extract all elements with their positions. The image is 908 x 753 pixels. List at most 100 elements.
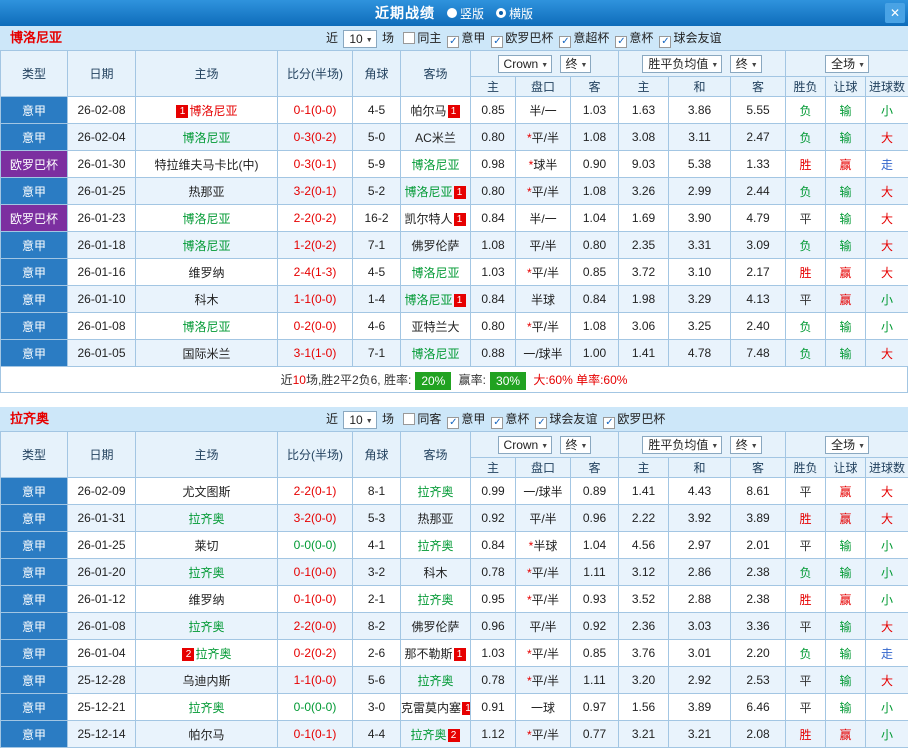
score-cell: 0-2(0-2) xyxy=(277,639,353,667)
match-row: 意甲 26-01-10 科木 1-1(0-0) 1-4 博洛尼亚 1 0.84 半球 0.84 1.… xyxy=(0,285,908,313)
checkbox-icon[interactable]: ✓ xyxy=(603,417,616,429)
checkbox-icon[interactable]: ✓ xyxy=(491,36,504,48)
filter-checkbox[interactable]: ✓ 球会友谊 xyxy=(653,31,721,48)
checkbox-icon[interactable]: ✓ xyxy=(447,417,460,429)
team-name: 博洛尼亚 xyxy=(10,30,63,45)
team-label: 凯尔特人 xyxy=(404,211,453,226)
filter-checkbox[interactable]: ✓ 欧罗巴杯 xyxy=(485,31,553,48)
date-cell: 26-02-09 xyxy=(67,477,136,505)
match-row: 意甲 25-12-14 帕尔马 0-1(0-1) 4-4 拉齐奥 2 1.12 *平/半 0.77… xyxy=(0,720,908,748)
subcol-away-odds: 客 xyxy=(569,457,620,478)
away-team-cell: 拉齐奥 xyxy=(400,585,471,613)
result-goals-cell: 小 xyxy=(865,285,908,313)
chevron-down-icon: ▼ xyxy=(365,417,373,425)
match-count-value: 10 xyxy=(349,31,363,46)
match-row: 意甲 26-01-16 维罗纳 2-4(1-3) 4-5 博洛尼亚 1.03 *平/半 0.85… xyxy=(0,258,908,286)
odds-company-select[interactable]: Crown ▼ xyxy=(497,435,553,454)
checkbox-icon[interactable]: ✓ xyxy=(491,417,504,429)
date-cell: 26-01-31 xyxy=(67,504,136,532)
filter-checkbox[interactable]: ✓ 意杯 xyxy=(609,31,653,48)
filter-checkbox[interactable]: ✓ 意甲 xyxy=(441,31,485,48)
lose-odds-cell: 3.09 xyxy=(730,231,787,259)
wdl-avg-select[interactable]: 胜平负均值 ▼ xyxy=(642,54,723,73)
chevron-down-icon: ▼ xyxy=(541,442,549,450)
result-goals-cell: 小 xyxy=(865,558,908,586)
filter-checkbox[interactable]: ✓ 意甲 xyxy=(441,412,485,429)
page-title: 近期战绩 xyxy=(374,5,435,21)
wdl-final-select[interactable]: 终 ▼ xyxy=(729,435,762,454)
close-icon[interactable]: ✕ xyxy=(885,3,905,23)
scope-select[interactable]: 全场 ▼ xyxy=(825,54,870,73)
summary-text: 赢率: xyxy=(455,373,487,387)
score-cell: 1-1(0-0) xyxy=(277,666,353,694)
checkbox-icon[interactable]: ✓ xyxy=(535,417,548,429)
filter-checkbox[interactable]: ✓ 意杯 xyxy=(485,412,529,429)
away-handicap-odds-cell: 1.11 xyxy=(569,558,620,586)
wdl-avg-select[interactable]: 胜平负均值 ▼ xyxy=(642,435,723,454)
checkbox-icon[interactable] xyxy=(403,413,416,425)
away-team-cell: 那不勒斯 1 xyxy=(400,639,471,667)
away-handicap-odds-cell: 1.04 xyxy=(569,531,620,559)
checkbox-icon[interactable]: ✓ xyxy=(559,36,572,48)
handicap-star: * xyxy=(526,265,532,280)
match-count-select[interactable]: 10 ▼ xyxy=(343,29,377,48)
filter-checkbox[interactable]: ✓ 球会友谊 xyxy=(529,412,597,429)
team-label: 热那亚 xyxy=(188,184,225,199)
home-handicap-odds-cell: 0.80 xyxy=(470,312,516,340)
radio-horizontal-icon[interactable] xyxy=(496,8,506,18)
away-handicap-odds-cell: 1.08 xyxy=(569,177,620,205)
date-cell: 26-01-12 xyxy=(67,585,136,613)
date-cell: 26-01-08 xyxy=(67,612,136,640)
chevron-down-icon: ▼ xyxy=(711,61,719,69)
result-goals-cell: 大 xyxy=(865,123,908,151)
radio-vertical-icon[interactable] xyxy=(446,8,457,18)
win-odds-cell: 3.12 xyxy=(618,558,670,586)
away-handicap-odds-cell: 1.08 xyxy=(569,123,620,151)
lose-odds-cell: 4.79 xyxy=(730,204,787,232)
home-team-cell: 2 拉齐奥 xyxy=(135,639,278,667)
result-handicap-cell: 输 xyxy=(825,339,867,367)
match-row: 意甲 26-01-08 拉齐奥 2-2(0-0) 8-2 佛罗伦萨 0.96 平/半 0.92 2… xyxy=(0,612,908,640)
date-cell: 26-01-05 xyxy=(67,339,136,367)
odds-final-select[interactable]: 终 ▼ xyxy=(559,54,592,73)
filter-checkbox[interactable]: 同主 xyxy=(397,31,441,45)
checkbox-icon[interactable]: ✓ xyxy=(659,36,672,48)
handicap-cell: 半/一 xyxy=(515,204,571,232)
result-goals-cell: 大 xyxy=(865,666,908,694)
match-row: 意甲 26-02-04 博洛尼亚 0-3(0-2) 5-0 AC米兰 0.80 *平/半 1.0… xyxy=(0,123,908,151)
radio-horizontal-label[interactable]: 横版 xyxy=(509,5,533,22)
scope-select[interactable]: 全场 ▼ xyxy=(825,435,870,454)
odds-company-select[interactable]: Crown ▼ xyxy=(497,54,553,73)
away-handicap-odds-cell: 0.80 xyxy=(569,231,620,259)
col-away: 客场 xyxy=(400,50,471,97)
checkbox-icon[interactable]: ✓ xyxy=(447,36,460,48)
lose-odds-cell: 5.55 xyxy=(730,96,787,124)
filter-checkbox[interactable]: ✓ 意超杯 xyxy=(553,31,610,48)
wdl-avg-value: 胜平负均值 xyxy=(648,437,709,452)
summary-text: 10 xyxy=(292,373,306,387)
checkbox-label: 意超杯 xyxy=(573,31,610,45)
result-goals-cell: 小 xyxy=(865,312,908,340)
radio-vertical-label[interactable]: 竖版 xyxy=(460,5,484,22)
home-team-cell: 博洛尼亚 xyxy=(135,231,278,259)
result-goals-cell: 小 xyxy=(865,531,908,559)
home-handicap-odds-cell: 0.99 xyxy=(470,477,516,505)
match-count-select[interactable]: 10 ▼ xyxy=(343,410,377,429)
subcol-win: 主 xyxy=(618,457,670,478)
result-wdl-cell: 负 xyxy=(785,312,827,340)
wdl-final-value: 终 xyxy=(735,56,748,71)
handicap-cell: 平/半 xyxy=(515,504,571,532)
wdl-final-select[interactable]: 终 ▼ xyxy=(729,54,762,73)
league-cell: 意甲 xyxy=(0,177,68,205)
checkbox-icon[interactable] xyxy=(403,32,416,44)
filter-checkbox[interactable]: ✓ 欧罗巴杯 xyxy=(597,412,665,429)
team-label: 国际米兰 xyxy=(182,346,231,361)
handicap-cell: 平/半 xyxy=(515,612,571,640)
away-team-cell: 博洛尼亚 xyxy=(400,339,471,367)
filter-checkbox[interactable]: 同客 xyxy=(397,412,441,426)
checkbox-icon[interactable]: ✓ xyxy=(615,36,628,48)
home-team-cell: 维罗纳 xyxy=(135,585,278,613)
home-team-cell: 博洛尼亚 xyxy=(135,123,278,151)
odds-final-select[interactable]: 终 ▼ xyxy=(559,435,592,454)
lose-odds-cell: 2.20 xyxy=(730,639,787,667)
